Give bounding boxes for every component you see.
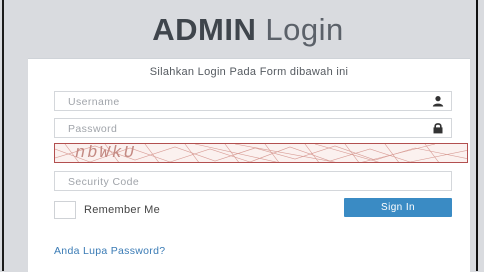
window-border	[476, 0, 478, 271]
lock-icon	[433, 123, 443, 134]
captcha-text: nbWkU	[75, 144, 137, 163]
username-input[interactable]	[55, 93, 428, 111]
login-instructions: Silahkan Login Pada Form dibawah ini	[149, 66, 349, 78]
captcha-image: nbWkU	[54, 143, 468, 163]
security-code-input[interactable]	[55, 173, 428, 191]
security-code-field[interactable]	[54, 171, 452, 191]
page-title-bold: ADMIN	[152, 12, 257, 47]
login-card: Silahkan Login Pada Form dibawah ini nbW…	[28, 58, 470, 272]
remember-me[interactable]: Remember Me	[54, 200, 160, 220]
remember-me-label: Remember Me	[84, 204, 161, 216]
password-input[interactable]	[55, 120, 428, 138]
forgot-password-link[interactable]: Anda Lupa Password?	[54, 245, 165, 257]
password-field[interactable]	[54, 118, 452, 138]
username-field[interactable]	[54, 91, 452, 111]
page-title: ADMIN Login	[28, 0, 468, 60]
sign-in-button[interactable]: Sign In	[344, 198, 452, 217]
page-title-light: Login	[265, 12, 344, 47]
user-icon	[432, 96, 444, 107]
remember-me-checkbox[interactable]	[54, 201, 76, 219]
